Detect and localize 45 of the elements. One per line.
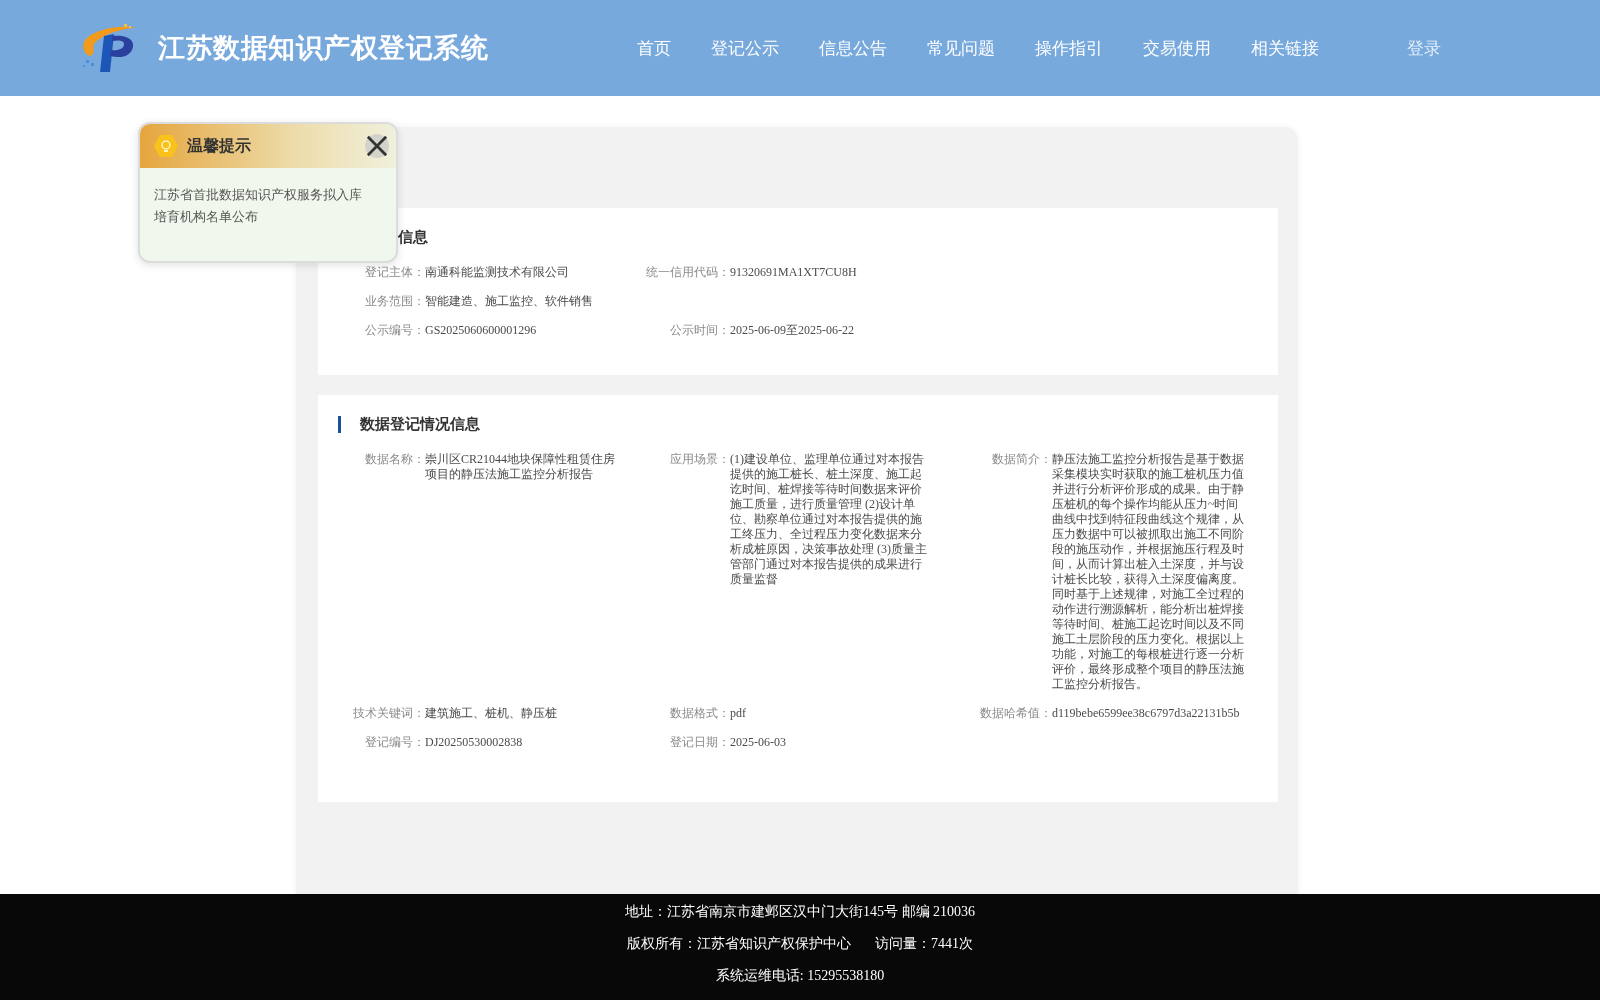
nav-link[interactable]: 信息公告 [819,36,887,60]
field-label: 数据格式： [669,706,730,721]
bulb-icon [154,135,178,157]
nav-link[interactable]: 登记公示 [711,36,779,60]
close-button[interactable] [365,134,389,158]
footer-text: 系统运维电话: 15295538180 [715,967,885,985]
footer-text: 版权所有：江苏省知识产权保护中心 [627,935,851,953]
section-title: 信息 [397,227,428,247]
login-link[interactable]: 登录 [1407,36,1441,60]
footer-text: 地址：江苏省南京市建邺区汉中门大街145号 邮编 210036 [625,903,975,921]
field-value: DJ20250530002838 [425,735,523,749]
site-title: 江苏数据知识产权登记系统 [158,32,488,65]
field-value: 建筑施工、桩机、静压桩 [425,706,557,720]
field-value: pdf [730,706,746,720]
popup-title: 温馨提示 [187,135,252,156]
field-value: 静压法施工监控分析报告是基于数据采集模块实时获取的施工桩机压力值并进行分析评价形成的成果。由于静压桩机的每个操作均能从压力~时间曲线中找到特征段曲线这个规律，从压力数据中可以被抓取出施工不同阶段的施压动作，并根据施压行程及时间，从而计算出桩入土深度，并与设计桩长比较，获得入土深度偏离度。同时基于上述规律，对施工全过程的动作进行溯源解析，能分析出桩焊接等待时间、桩施工起讫时间以及不同施工土层阶段的压力变化。根据以上功能，对施工的每根桩进行逐一分析评价，最终形成整个项目的静压法施工监控分析报告。 [1052,452,1244,691]
footer-text: 访问量：7441次 [875,935,973,953]
field-label: 数据简介： [991,452,1052,468]
field-value: 智能建造、施工监控、软件销售 [425,294,593,308]
field-value: GS2025060600001296 [425,323,537,337]
field-label: 公示时间： [669,323,730,338]
nav-link[interactable]: 首页 [637,36,671,60]
field-value: 南通科能监测技术有限公司 [425,265,569,279]
field-value: 崇川区CR21044地块保障性租赁住房项目的静压法施工监控分析报告 [425,452,615,481]
field-value: 2025-06-09至2025-06-22 [730,323,854,337]
nav-link[interactable]: 交易使用 [1143,36,1211,60]
field-value: (1)建设单位、监理单位通过对本报告提供的施工桩长、桩土深度、施工起讫时间、桩焊接等待时间数据来评价施工质量，进行质量管理 (2)设计单位、勘察单位通过对本报告提供的施工终压力、全过程压力变化数据来分析成桩原因，决策事故处理 (3)质量主管部门通过对本报告提供的成果进行质量监督 [730,452,927,586]
field-label: 业务范围： [364,294,425,309]
field-label: 登记主体： [364,265,425,280]
nav-link[interactable]: 操作指引 [1035,36,1103,60]
field-label: 技术关键词： [352,706,425,721]
field-label: 统一信用代码： [645,265,730,280]
nav-link[interactable]: 常见问题 [927,36,995,60]
field-value: 2025-06-03 [730,735,786,749]
field-label: 数据哈希值： [979,706,1052,721]
field-label: 公示编号： [364,323,425,338]
field-value: 91320691MA1XT7CU8H [730,265,857,279]
field-label: 应用场景： [669,452,730,468]
field-label: 数据名称： [364,452,425,468]
field-label: 登记日期： [669,735,730,750]
section-title: 数据登记情况信息 [360,414,480,434]
field-value: d119bebe6599ee38c6797d3a22131b5b [1052,706,1240,720]
field-label: 登记编号： [364,735,425,750]
notice-text: 江苏省首批数据知识产权服务拟入库培育机构名单公布 [153,186,363,226]
nav-link[interactable]: 相关链接 [1251,36,1319,60]
